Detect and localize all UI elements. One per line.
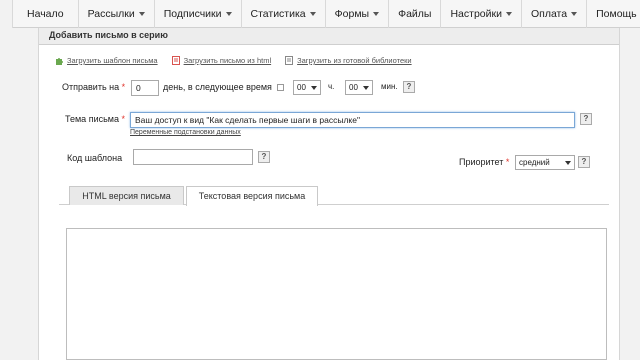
load-html-link[interactable]: Загрузить письмо из html — [171, 56, 272, 65]
hours-unit: ч. — [328, 82, 335, 91]
chevron-down-icon — [373, 11, 380, 16]
letter-version-tabs: HTML версия письма Текстовая версия пись… — [59, 186, 609, 360]
help-icon[interactable]: ? — [578, 156, 590, 168]
send-label-wrap: Отправить на * — [62, 82, 125, 92]
chevron-down-icon — [309, 11, 316, 16]
nav-item-label: Статистика — [250, 7, 306, 20]
tab-text-version[interactable]: Текстовая версия письма — [186, 186, 318, 206]
nav-item-mailings[interactable]: Рассылки — [79, 0, 155, 28]
load-library-label: Загрузить из готовой библиотеки — [297, 56, 412, 65]
chevron-down-icon — [363, 86, 369, 90]
load-template-label: Загрузить шаблон письма — [67, 56, 158, 65]
priority-label: Приоритет — [459, 157, 504, 167]
template-code-input[interactable] — [133, 149, 253, 165]
nav-item-label: Начало — [27, 7, 64, 20]
html-file-icon — [171, 56, 180, 65]
nav-item-home[interactable]: Начало — [12, 0, 79, 28]
nav-item-label: Файлы — [398, 7, 432, 20]
send-label: Отправить на — [62, 82, 120, 92]
send-days-text: день, в следующее время — [163, 82, 272, 92]
chevron-down-icon — [225, 11, 232, 16]
tab-html-version[interactable]: HTML версия письма — [69, 186, 184, 205]
nav-item-payment[interactable]: Оплата — [522, 0, 588, 28]
subject-label: Тема письма — [65, 114, 119, 124]
subject-input[interactable]: Ваш доступ к вид "Как сделать первые шаг… — [130, 112, 575, 128]
chevron-down-icon — [311, 86, 317, 90]
top-navigation: Начало Рассылки Подписчики Статистика Фо… — [12, 0, 640, 28]
minutes-select[interactable]: 00 — [345, 80, 373, 95]
nav-item-label: Рассылки — [87, 7, 135, 20]
priority-value: средний — [519, 158, 550, 167]
load-library-link[interactable]: Загрузить из готовой библиотеки — [285, 56, 412, 65]
panel-header: Добавить письмо в серию — [39, 28, 619, 45]
chevron-down-icon — [571, 11, 578, 16]
help-icon[interactable]: ? — [403, 81, 415, 93]
nav-item-settings[interactable]: Настройки — [441, 0, 522, 28]
hours-select[interactable]: 00 — [293, 80, 321, 95]
hours-value: 00 — [297, 83, 306, 92]
nav-item-label: Настройки — [450, 7, 502, 20]
load-html-label: Загрузить письмо из html — [183, 56, 272, 65]
help-icon[interactable]: ? — [580, 113, 592, 125]
required-mark: * — [121, 82, 126, 92]
nav-item-statistics[interactable]: Статистика — [242, 0, 326, 28]
subject-label-wrap: Тема письма * — [65, 114, 125, 124]
chevron-down-icon — [565, 161, 571, 165]
required-mark: * — [121, 114, 126, 124]
chevron-down-icon — [505, 11, 512, 16]
nav-item-files[interactable]: Файлы — [389, 0, 442, 28]
document-icon — [285, 56, 294, 65]
priority-select[interactable]: средний — [515, 155, 575, 170]
minutes-value: 00 — [349, 83, 358, 92]
nav-item-label: Формы — [334, 7, 370, 20]
nav-item-label: Помощь — [596, 7, 637, 20]
panel-title: Добавить письмо в серию — [49, 30, 168, 40]
puzzle-icon — [56, 58, 63, 65]
chevron-down-icon — [138, 11, 145, 16]
template-code-label: Код шаблона — [67, 153, 123, 163]
nav-item-forms[interactable]: Формы — [326, 0, 390, 28]
nav-item-label: Оплата — [530, 7, 568, 20]
nav-item-subscribers[interactable]: Подписчики — [155, 0, 242, 28]
priority-label-wrap: Приоритет * — [459, 157, 509, 167]
send-days-input[interactable]: 0 — [131, 80, 159, 96]
nav-item-help[interactable]: Помощь — [587, 0, 640, 28]
load-template-link[interactable]: Загрузить шаблон письма — [55, 56, 158, 65]
minutes-unit: мин. — [381, 82, 398, 91]
help-icon[interactable]: ? — [258, 151, 270, 163]
letter-text-editor[interactable] — [66, 228, 607, 360]
nav-item-label: Подписчики — [163, 7, 222, 20]
load-links: Загрузить шаблон письма Загрузить письмо… — [55, 56, 412, 65]
send-time-checkbox[interactable] — [277, 84, 284, 91]
required-mark: * — [505, 157, 510, 167]
substitution-variables-link[interactable]: Переменные подстановки данных — [130, 129, 241, 136]
